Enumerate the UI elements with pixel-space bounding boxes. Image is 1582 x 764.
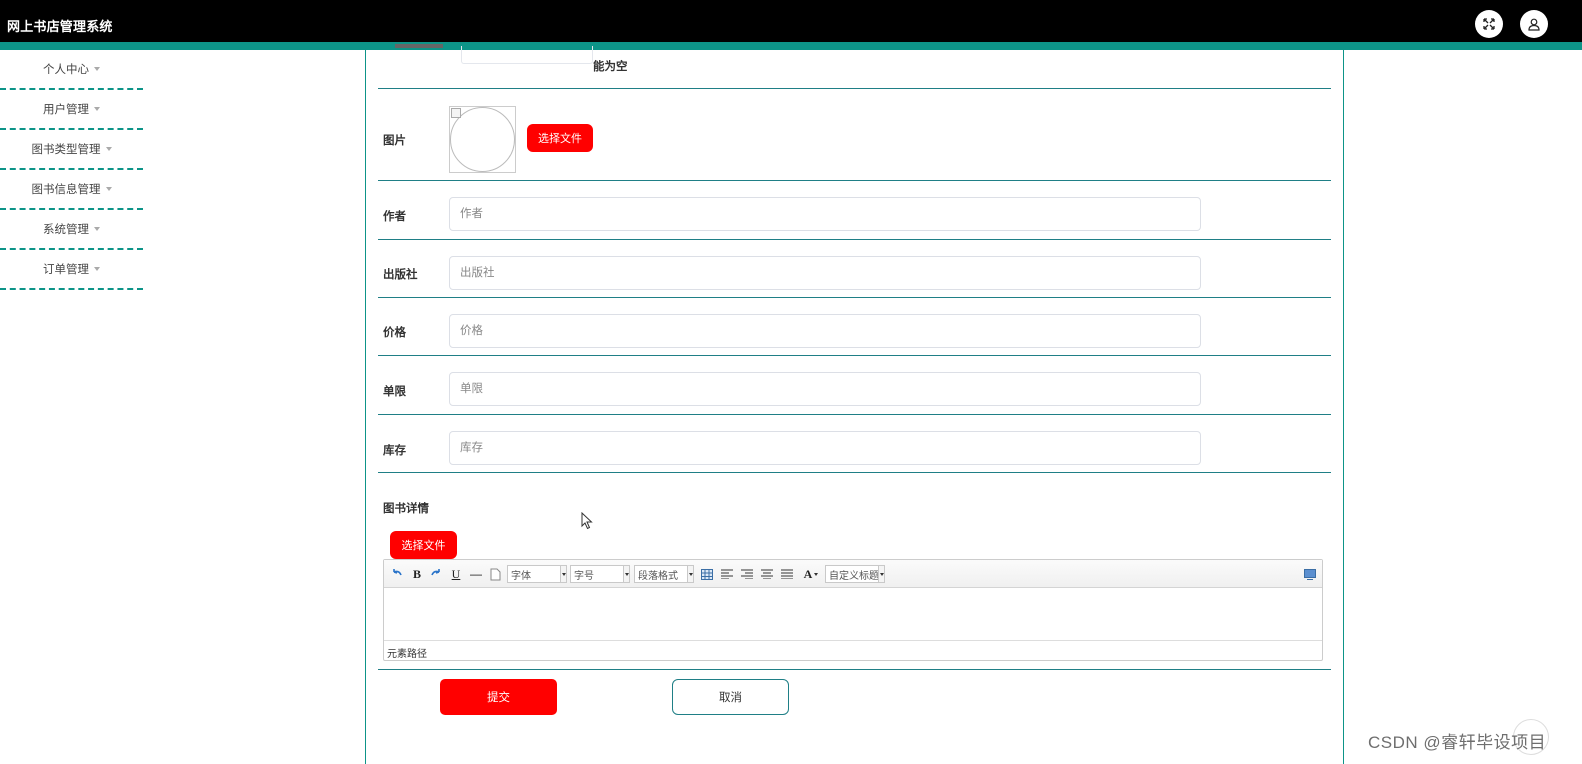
font-color-label: A [803,566,813,581]
details-upload-button[interactable]: 选择文件 [390,531,457,559]
align-center-button[interactable] [760,565,774,583]
font-color-button[interactable]: A [800,565,822,583]
caret-down-icon [94,107,100,111]
sidebar-item-label: 系统管理 [43,224,89,236]
custom-title-value: 自定义标题 [829,570,879,582]
font-size-select[interactable]: 字号 [570,565,630,583]
cut-off-label [395,42,445,48]
form-row-stock: 库存 [378,415,1331,473]
align-center-icon [761,569,773,579]
underline-button[interactable]: U [449,565,463,583]
form-row-partial: 能为空 [378,44,1331,89]
user-button[interactable] [1520,10,1548,38]
sidebar-item-user-management[interactable]: 用户管理 [0,90,143,130]
sidebar-item-book-info-management[interactable]: 图书信息管理 [0,170,143,210]
undo-button[interactable] [390,565,404,583]
align-left-icon [721,569,733,579]
details-label: 图书详情 [383,503,429,515]
paragraph-format-select[interactable]: 段落格式 [634,565,694,583]
author-label: 作者 [383,211,406,223]
cancel-button[interactable]: 取消 [672,679,789,715]
submit-button[interactable]: 提交 [440,679,557,715]
form-row-author: 作者 [378,181,1331,240]
watermark-text: CSDN @睿轩毕设项目 [1368,733,1547,752]
font-family-select[interactable]: 字体 [507,565,567,583]
sidebar-item-system-management[interactable]: 系统管理 [0,210,143,250]
app-title: 网上书店管理系统 [7,19,113,34]
sidebar-item-personal-center[interactable]: 个人中心 [0,50,143,90]
limit-input[interactable] [449,372,1201,406]
form-row-limit: 单限 [378,356,1331,415]
form-row-publisher: 出版社 [378,240,1331,298]
custom-title-select[interactable]: 自定义标题 [825,565,885,583]
dropdown-arrow-icon [687,565,694,583]
stock-input[interactable] [449,431,1201,465]
paragraph-format-value: 段落格式 [638,570,678,582]
publisher-input[interactable] [449,256,1201,290]
expand-arrows-icon [1483,18,1495,30]
cut-off-input[interactable] [461,46,593,64]
bold-button[interactable]: B [410,565,424,583]
font-size-value: 字号 [574,570,594,582]
broken-image-icon [451,108,461,118]
form-row-image: 图片 选择文件 [378,89,1331,181]
caret-down-icon [105,147,112,151]
image-upload-button[interactable]: 选择文件 [527,124,593,152]
user-icon [1528,18,1540,31]
undo-icon [393,569,402,576]
fullscreen-button[interactable] [1475,10,1503,38]
document-icon [490,568,500,580]
image-preview [449,106,516,173]
redo-icon [431,569,440,576]
caret-down-icon [105,187,112,191]
publisher-label: 出版社 [383,269,418,281]
caret-down-icon [94,67,100,71]
limit-label: 单限 [383,386,406,398]
sidebar-item-book-type-management[interactable]: 图书类型管理 [0,130,143,170]
price-input[interactable] [449,314,1201,348]
caret-down-icon [94,267,100,271]
validation-hint: 能为空 [593,61,628,73]
image-label: 图片 [383,135,406,147]
dropdown-arrow-icon [623,565,630,583]
price-label: 价格 [383,327,406,339]
dropdown-arrow-icon [814,572,819,576]
dropdown-arrow-icon [560,565,567,583]
align-justify-button[interactable] [780,565,794,583]
sidebar: 个人中心 用户管理 图书类型管理 图书信息管理 系统管理 订单管理 [0,50,143,290]
form-panel: 能为空 图片 选择文件 作者 出版社 价格 单限 库存 图书详情 选择文件 [365,44,1344,764]
new-document-button[interactable] [488,565,502,583]
header-accent-strip [0,42,1582,50]
editor-status-bar: 元素路径 [384,640,1322,660]
sidebar-item-order-management[interactable]: 订单管理 [0,250,143,290]
monitor-icon [1304,568,1316,580]
table-icon [701,568,713,580]
align-justify-icon [781,569,793,579]
sidebar-item-label: 个人中心 [43,64,89,76]
source-view-button[interactable] [1303,565,1317,583]
stock-label: 库存 [383,445,406,457]
sidebar-item-label: 图书信息管理 [31,184,101,196]
form-row-price: 价格 [378,298,1331,356]
horizontal-rule-button[interactable]: — [468,565,484,583]
insert-table-button[interactable] [700,565,714,583]
editor-content-area[interactable] [384,588,1322,640]
mouse-cursor-icon [581,512,593,530]
editor-toolbar: B U — 字体 字号 段落格式 A 自定义标题 [384,560,1322,588]
top-bar: 网上书店管理系统 [0,0,1582,44]
align-right-icon [741,569,753,579]
author-input[interactable] [449,197,1201,231]
sidebar-item-label: 用户管理 [43,104,89,116]
align-right-button[interactable] [740,565,754,583]
caret-down-icon [94,227,100,231]
sidebar-item-label: 订单管理 [43,264,89,276]
rich-text-editor: B U — 字体 字号 段落格式 A 自定义标题 元素路径 [383,559,1323,661]
align-left-button[interactable] [720,565,734,583]
dropdown-arrow-icon [878,565,885,583]
sidebar-item-label: 图书类型管理 [31,144,101,156]
redo-button[interactable] [429,565,443,583]
font-family-value: 字体 [511,570,531,582]
